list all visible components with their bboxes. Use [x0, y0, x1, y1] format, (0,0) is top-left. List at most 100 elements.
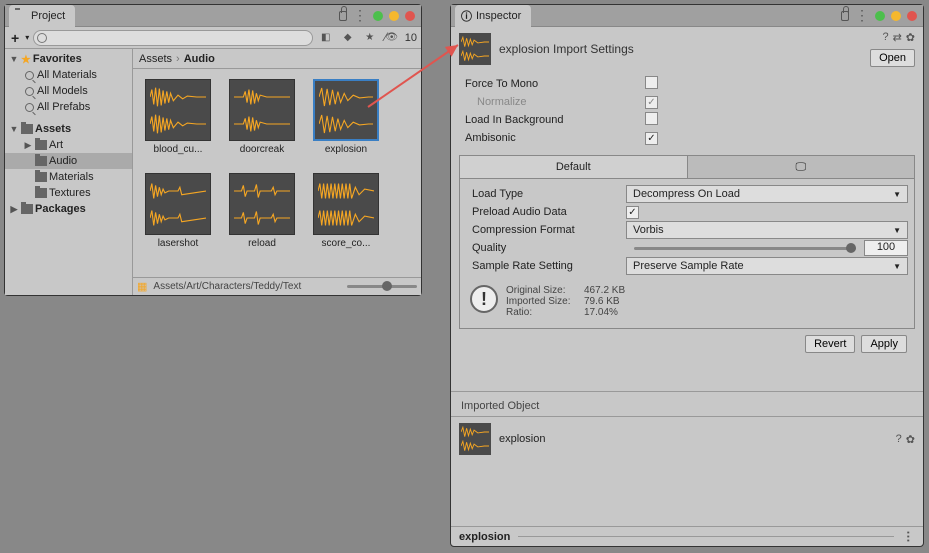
audio-waveform-icon	[313, 79, 379, 141]
inspector-footer: Revert Apply	[459, 329, 915, 357]
asset-item[interactable]: blood_cu...	[143, 79, 213, 155]
audio-waveform-icon	[459, 423, 491, 455]
open-button[interactable]: Open	[870, 49, 915, 67]
status-path: Assets/Art/Characters/Teddy/Text	[153, 281, 341, 292]
asset-item[interactable]: doorcreak	[227, 79, 297, 155]
folder-icon	[35, 188, 47, 198]
traffic-yellow[interactable]	[891, 11, 901, 21]
more-icon[interactable]: ⋯	[902, 530, 916, 543]
chevron-down-icon: ▼	[893, 190, 901, 199]
gear-icon[interactable]: ✿	[906, 31, 915, 44]
gear-icon[interactable]: ✿	[906, 433, 915, 446]
add-button[interactable]: +	[9, 30, 21, 46]
asset-item-explosion[interactable]: explosion	[311, 79, 381, 155]
preset-icon[interactable]: ⇄	[893, 31, 902, 44]
preview-bar[interactable]: explosion ⋯	[451, 526, 923, 546]
load-type-dropdown[interactable]: Decompress On Load▼	[626, 185, 908, 203]
traffic-green[interactable]	[875, 11, 885, 21]
more-icon[interactable]: ⋮	[353, 7, 367, 24]
folder-item[interactable]: Textures	[5, 185, 132, 201]
sample-rate-dropdown[interactable]: Preserve Sample Rate▼	[626, 257, 908, 275]
checkbox[interactable]	[645, 112, 658, 125]
asset-item[interactable]: lasershot	[143, 173, 213, 249]
audio-waveform-icon	[145, 79, 211, 141]
info-icon: !	[470, 285, 498, 313]
project-content: Assets › Audio blood_cu...	[133, 49, 421, 295]
folder-item[interactable]: ▶Art	[5, 137, 132, 153]
project-toolbar: + ▾ ◧ ◆ ★ 👁⁄ 10	[5, 27, 421, 49]
project-tab-label: Project	[31, 10, 65, 22]
prop-ambisonic: Ambisonic ✓	[459, 129, 915, 147]
favorite-icon[interactable]: ★	[361, 30, 379, 46]
project-status-bar: ▦ Assets/Art/Characters/Teddy/Text	[133, 277, 421, 295]
quality-value[interactable]: 100	[864, 240, 908, 256]
apply-button[interactable]: Apply	[861, 335, 907, 353]
asset-grid: blood_cu... doorcreak explosion	[133, 69, 421, 277]
platform-tab-standalone[interactable]: 🖵	[688, 156, 915, 178]
imported-object-header: Imported Object	[451, 391, 923, 417]
breadcrumb: Assets › Audio	[133, 49, 421, 69]
prop-load-in-background: Load In Background	[459, 111, 915, 129]
prop-normalize: Normalize ✓	[459, 93, 915, 111]
audio-waveform-icon	[229, 79, 295, 141]
project-window: Project ⋮ + ▾ ◧ ◆ ★ 👁⁄ 10 ▼★ Favorites A…	[4, 4, 422, 296]
lock-icon[interactable]	[339, 11, 347, 21]
assets-root[interactable]: ▼ Assets	[5, 121, 132, 137]
folder-icon	[35, 140, 47, 150]
add-dropdown-icon[interactable]: ▾	[25, 33, 29, 42]
folder-icon	[35, 172, 47, 182]
search-input[interactable]	[33, 30, 313, 46]
inspector-tab-bar: ⓘ Inspector ⋮	[451, 5, 923, 27]
breadcrumb-root[interactable]: Assets	[139, 53, 172, 65]
asset-item[interactable]: score_co...	[311, 173, 381, 249]
revert-button[interactable]: Revert	[805, 335, 855, 353]
inspector-header: explosion Import Settings ? ⇄ ✿ Open	[451, 27, 923, 71]
asset-item[interactable]: reload	[227, 173, 297, 249]
size-info: ! Original Size:467.2 KB Imported Size:7…	[466, 283, 908, 320]
folder-icon	[15, 10, 27, 22]
prop-quality: Quality 100	[466, 239, 908, 257]
filter-by-type-icon[interactable]: ◧	[317, 30, 335, 46]
favorite-item[interactable]: All Materials	[5, 67, 132, 83]
traffic-red[interactable]	[405, 11, 415, 21]
inspector-body: Force To Mono Normalize ✓ Load In Backgr…	[451, 71, 923, 361]
window-controls: ⋮	[339, 7, 415, 24]
prop-preload-audio-data: Preload Audio Data ✓	[466, 203, 908, 221]
platform-tabs: Default 🖵	[459, 155, 915, 178]
breadcrumb-current[interactable]: Audio	[184, 53, 215, 65]
folder-item-audio[interactable]: Audio	[5, 153, 132, 169]
search-icon	[23, 87, 35, 96]
checkbox[interactable]: ✓	[626, 206, 639, 219]
folder-item[interactable]: Materials	[5, 169, 132, 185]
inspector-tab[interactable]: ⓘ Inspector	[455, 5, 531, 27]
folder-icon	[21, 204, 33, 214]
status-icon: ▦	[137, 280, 147, 293]
thumbnail-size-slider[interactable]	[347, 285, 417, 288]
search-icon	[23, 103, 35, 112]
hidden-icon[interactable]: 👁⁄	[383, 30, 401, 46]
traffic-yellow[interactable]	[389, 11, 399, 21]
favorites-header[interactable]: ▼★ Favorites	[5, 51, 132, 67]
more-icon[interactable]: ⋮	[855, 7, 869, 24]
packages-root[interactable]: ▶ Packages	[5, 201, 132, 217]
filter-by-label-icon[interactable]: ◆	[339, 30, 357, 46]
project-sidebar: ▼★ Favorites All Materials All Models Al…	[5, 49, 133, 295]
prop-sample-rate-setting: Sample Rate Setting Preserve Sample Rate…	[466, 257, 908, 275]
checkbox[interactable]	[645, 76, 658, 89]
favorite-item[interactable]: All Models	[5, 83, 132, 99]
traffic-green[interactable]	[373, 11, 383, 21]
project-tab[interactable]: Project	[9, 5, 75, 27]
lock-icon[interactable]	[841, 11, 849, 21]
platform-tab-default[interactable]: Default	[460, 156, 688, 178]
folder-icon	[35, 156, 47, 166]
checkbox[interactable]: ✓	[645, 132, 658, 145]
traffic-red[interactable]	[907, 11, 917, 21]
quality-slider[interactable]	[634, 247, 856, 250]
platform-settings: Load Type Decompress On Load▼ Preload Au…	[459, 178, 915, 329]
compression-format-dropdown[interactable]: Vorbis▼	[626, 221, 908, 239]
audio-waveform-icon	[459, 33, 491, 65]
help-icon[interactable]: ?	[882, 31, 888, 44]
favorite-item[interactable]: All Prefabs	[5, 99, 132, 115]
prop-compression-format: Compression Format Vorbis▼	[466, 221, 908, 239]
help-icon[interactable]: ?	[896, 433, 902, 446]
